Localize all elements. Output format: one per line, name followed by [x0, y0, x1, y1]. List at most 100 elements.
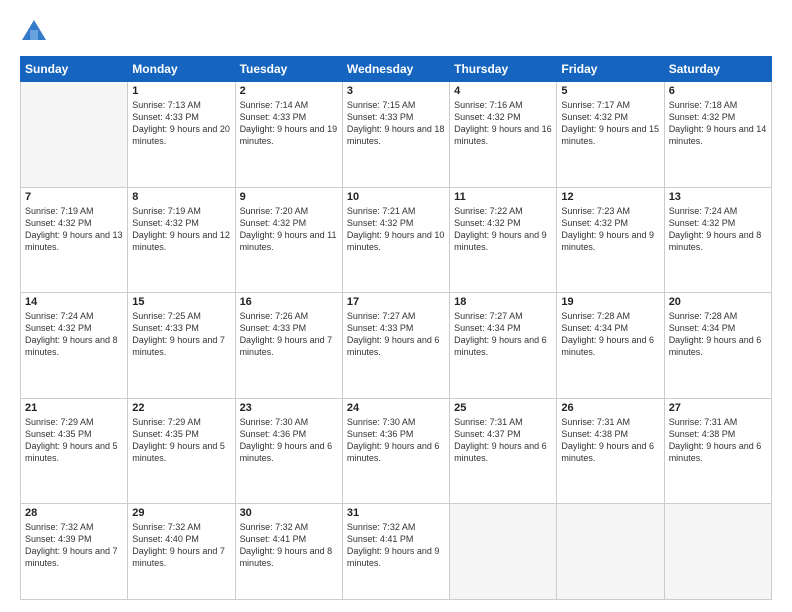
calendar-header-row: SundayMondayTuesdayWednesdayThursdayFrid…	[21, 57, 772, 82]
calendar-day-header: Tuesday	[235, 57, 342, 82]
day-info: Sunrise: 7:30 AMSunset: 4:36 PMDaylight:…	[347, 416, 445, 465]
calendar-week-row: 14 Sunrise: 7:24 AMSunset: 4:32 PMDayligh…	[21, 293, 772, 399]
day-number: 24	[347, 402, 445, 414]
day-info: Sunrise: 7:29 AMSunset: 4:35 PMDaylight:…	[132, 416, 230, 465]
day-info: Sunrise: 7:27 AMSunset: 4:34 PMDaylight:…	[454, 310, 552, 359]
day-number: 4	[454, 85, 552, 97]
calendar-day-cell: 26 Sunrise: 7:31 AMSunset: 4:38 PMDayligh…	[557, 398, 664, 504]
calendar-day-cell: 9 Sunrise: 7:20 AMSunset: 4:32 PMDaylight…	[235, 187, 342, 293]
day-info: Sunrise: 7:18 AMSunset: 4:32 PMDaylight:…	[669, 99, 767, 148]
day-info: Sunrise: 7:32 AMSunset: 4:40 PMDaylight:…	[132, 521, 230, 570]
day-info: Sunrise: 7:19 AMSunset: 4:32 PMDaylight:…	[25, 205, 123, 254]
logo-icon	[20, 18, 48, 46]
day-number: 31	[347, 507, 445, 519]
day-number: 21	[25, 402, 123, 414]
day-number: 29	[132, 507, 230, 519]
day-number: 22	[132, 402, 230, 414]
day-info: Sunrise: 7:32 AMSunset: 4:39 PMDaylight:…	[25, 521, 123, 570]
day-number: 26	[561, 402, 659, 414]
day-number: 12	[561, 191, 659, 203]
day-info: Sunrise: 7:27 AMSunset: 4:33 PMDaylight:…	[347, 310, 445, 359]
calendar-day-cell: 30 Sunrise: 7:32 AMSunset: 4:41 PMDayligh…	[235, 504, 342, 600]
day-info: Sunrise: 7:17 AMSunset: 4:32 PMDaylight:…	[561, 99, 659, 148]
day-number: 15	[132, 296, 230, 308]
calendar-day-cell: 23Sunrise: 7:30 AMSunset: 4:36 PMDayligh…	[235, 398, 342, 504]
day-number: 20	[669, 296, 767, 308]
calendar-day-cell: 25 Sunrise: 7:31 AMSunset: 4:37 PMDayligh…	[450, 398, 557, 504]
day-number: 1	[132, 85, 230, 97]
day-info: Sunrise: 7:24 AMSunset: 4:32 PMDaylight:…	[25, 310, 123, 359]
day-number: 8	[132, 191, 230, 203]
calendar-day-cell: 28 Sunrise: 7:32 AMSunset: 4:39 PMDayligh…	[21, 504, 128, 600]
calendar-day-cell	[450, 504, 557, 600]
day-number: 3	[347, 85, 445, 97]
day-info: Sunrise: 7:22 AMSunset: 4:32 PMDaylight:…	[454, 205, 552, 254]
day-info: Sunrise: 7:13 AMSunset: 4:33 PMDaylight:…	[132, 99, 230, 148]
calendar-day-cell: 13 Sunrise: 7:24 AMSunset: 4:32 PMDayligh…	[664, 187, 771, 293]
calendar-day-header: Saturday	[664, 57, 771, 82]
day-info: Sunrise: 7:31 AMSunset: 4:38 PMDaylight:…	[561, 416, 659, 465]
day-number: 11	[454, 191, 552, 203]
day-info: Sunrise: 7:24 AMSunset: 4:32 PMDaylight:…	[669, 205, 767, 254]
day-info: Sunrise: 7:20 AMSunset: 4:32 PMDaylight:…	[240, 205, 338, 254]
day-number: 25	[454, 402, 552, 414]
day-number: 16	[240, 296, 338, 308]
calendar-day-cell: 11 Sunrise: 7:22 AMSunset: 4:32 PMDayligh…	[450, 187, 557, 293]
calendar-day-cell: 17 Sunrise: 7:27 AMSunset: 4:33 PMDayligh…	[342, 293, 449, 399]
day-info: Sunrise: 7:16 AMSunset: 4:32 PMDaylight:…	[454, 99, 552, 148]
day-info: Sunrise: 7:21 AMSunset: 4:32 PMDaylight:…	[347, 205, 445, 254]
day-info: Sunrise: 7:14 AMSunset: 4:33 PMDaylight:…	[240, 99, 338, 148]
day-number: 23	[240, 402, 338, 414]
logo	[20, 18, 52, 46]
day-info: Sunrise: 7:28 AMSunset: 4:34 PMDaylight:…	[561, 310, 659, 359]
day-info: Sunrise: 7:32 AMSunset: 4:41 PMDaylight:…	[347, 521, 445, 570]
day-info: Sunrise: 7:28 AMSunset: 4:34 PMDaylight:…	[669, 310, 767, 359]
day-info: Sunrise: 7:15 AMSunset: 4:33 PMDaylight:…	[347, 99, 445, 148]
calendar-day-cell: 21 Sunrise: 7:29 AMSunset: 4:35 PMDayligh…	[21, 398, 128, 504]
calendar-day-cell: 3 Sunrise: 7:15 AMSunset: 4:33 PMDaylight…	[342, 82, 449, 188]
day-number: 7	[25, 191, 123, 203]
calendar-day-header: Friday	[557, 57, 664, 82]
calendar-day-cell: 31 Sunrise: 7:32 AMSunset: 4:41 PMDayligh…	[342, 504, 449, 600]
day-number: 5	[561, 85, 659, 97]
day-number: 27	[669, 402, 767, 414]
calendar-day-cell: 20 Sunrise: 7:28 AMSunset: 4:34 PMDayligh…	[664, 293, 771, 399]
calendar-week-row: 7 Sunrise: 7:19 AMSunset: 4:32 PMDaylight…	[21, 187, 772, 293]
calendar-day-cell	[557, 504, 664, 600]
calendar-day-cell: 15 Sunrise: 7:25 AMSunset: 4:33 PMDayligh…	[128, 293, 235, 399]
calendar-week-row: 1 Sunrise: 7:13 AMSunset: 4:33 PMDaylight…	[21, 82, 772, 188]
calendar-day-cell: 24 Sunrise: 7:30 AMSunset: 4:36 PMDayligh…	[342, 398, 449, 504]
calendar-day-cell: 16 Sunrise: 7:26 AMSunset: 4:33 PMDayligh…	[235, 293, 342, 399]
day-info: Sunrise: 7:32 AMSunset: 4:41 PMDaylight:…	[240, 521, 338, 570]
day-info: Sunrise: 7:23 AMSunset: 4:32 PMDaylight:…	[561, 205, 659, 254]
day-number: 28	[25, 507, 123, 519]
day-number: 13	[669, 191, 767, 203]
day-info: Sunrise: 7:29 AMSunset: 4:35 PMDaylight:…	[25, 416, 123, 465]
calendar-day-cell: 1 Sunrise: 7:13 AMSunset: 4:33 PMDaylight…	[128, 82, 235, 188]
day-number: 17	[347, 296, 445, 308]
calendar-day-header: Wednesday	[342, 57, 449, 82]
calendar-day-cell: 8 Sunrise: 7:19 AMSunset: 4:32 PMDaylight…	[128, 187, 235, 293]
calendar-day-header: Sunday	[21, 57, 128, 82]
calendar-week-row: 21 Sunrise: 7:29 AMSunset: 4:35 PMDayligh…	[21, 398, 772, 504]
calendar-day-cell: 19 Sunrise: 7:28 AMSunset: 4:34 PMDayligh…	[557, 293, 664, 399]
calendar-day-cell	[664, 504, 771, 600]
calendar-day-cell: 2 Sunrise: 7:14 AMSunset: 4:33 PMDaylight…	[235, 82, 342, 188]
day-info: Sunrise: 7:25 AMSunset: 4:33 PMDaylight:…	[132, 310, 230, 359]
day-number: 14	[25, 296, 123, 308]
calendar-day-cell: 7 Sunrise: 7:19 AMSunset: 4:32 PMDaylight…	[21, 187, 128, 293]
header	[20, 18, 772, 46]
day-info: Sunrise: 7:31 AMSunset: 4:37 PMDaylight:…	[454, 416, 552, 465]
calendar-day-cell: 10Sunrise: 7:21 AMSunset: 4:32 PMDayligh…	[342, 187, 449, 293]
calendar-day-cell: 6 Sunrise: 7:18 AMSunset: 4:32 PMDaylight…	[664, 82, 771, 188]
day-number: 9	[240, 191, 338, 203]
day-number: 19	[561, 296, 659, 308]
day-info: Sunrise: 7:19 AMSunset: 4:32 PMDaylight:…	[132, 205, 230, 254]
day-number: 2	[240, 85, 338, 97]
day-number: 6	[669, 85, 767, 97]
day-info: Sunrise: 7:26 AMSunset: 4:33 PMDaylight:…	[240, 310, 338, 359]
calendar-day-header: Monday	[128, 57, 235, 82]
calendar-day-cell: 18Sunrise: 7:27 AMSunset: 4:34 PMDayligh…	[450, 293, 557, 399]
day-number: 30	[240, 507, 338, 519]
calendar-table: SundayMondayTuesdayWednesdayThursdayFrid…	[20, 56, 772, 600]
